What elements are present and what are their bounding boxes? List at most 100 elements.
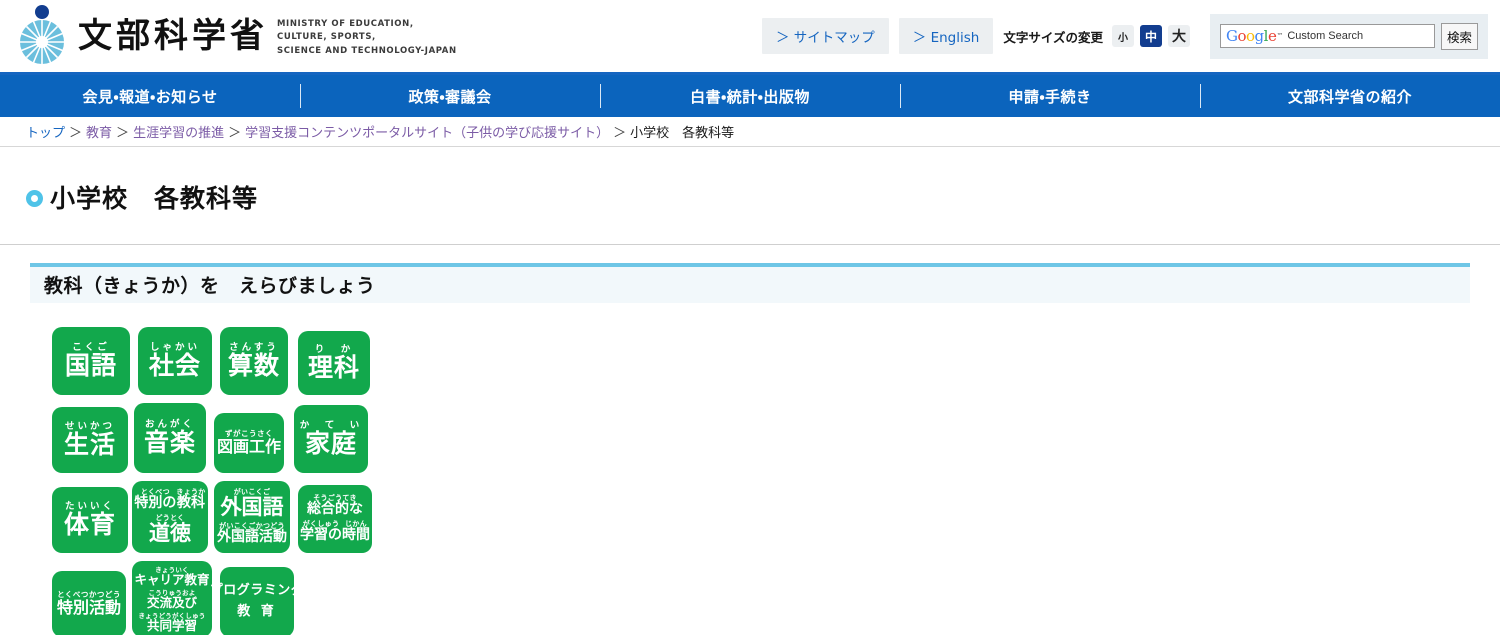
nav-item-about[interactable]: 文部科学省の紹介 xyxy=(1200,75,1500,117)
header-utility-area: ＞ サイトマップ ＞ English 文字サイズの変更 小 中 大 Google… xyxy=(762,0,1500,72)
breadcrumb-separator: ＞ xyxy=(116,126,130,141)
page-title: 小学校 各教科等 xyxy=(50,183,259,213)
subject-tile-lines: 特別活動とくべつかつどう xyxy=(57,590,121,617)
ruby-text: 総合的なそうごうてき xyxy=(307,494,363,518)
breadcrumb-item-portal[interactable]: 学習支援コンテンツポータルサイト（子供の学び応援サイト） xyxy=(245,122,609,141)
subject-tile-line: 体育たいいく xyxy=(64,501,116,538)
subject-tile-国語[interactable]: 国語こくご xyxy=(52,326,130,395)
subject-tile-line: キャリア教育きょういく xyxy=(134,565,210,587)
ruby-text: 算数さんすう xyxy=(227,342,280,380)
nav-item-statistics[interactable]: 白書・統計・出版物 xyxy=(600,75,900,117)
site-logo[interactable]: 文部科学省 MINISTRY OF EDUCATION, CULTURE, SP… xyxy=(14,4,457,68)
search-button[interactable]: 検索 xyxy=(1440,22,1478,50)
ministry-name-en: MINISTRY OF EDUCATION, CULTURE, SPORTS, … xyxy=(277,14,457,58)
subject-tile-体育[interactable]: 体育たいいく xyxy=(52,486,128,553)
ruby-text: 特別活動とくべつかつどう xyxy=(56,590,121,618)
custom-search-label: Custom Search xyxy=(1287,30,1364,42)
ruby-text: 図画工作ずがこうさく xyxy=(216,429,281,457)
subject-tile-line: 総合的なそうごうてき xyxy=(307,494,363,517)
subject-tile-lines: プログラミング教 育 xyxy=(210,584,305,618)
mext-emblem-icon xyxy=(14,4,70,68)
subject-tile-lines: 外国語がいこくご外国語活動がいこくごかつどう xyxy=(217,488,287,545)
subject-tile-外国語・外国語活動[interactable]: 外国語がいこくご外国語活動がいこくごかつどう xyxy=(214,480,290,553)
subject-tile-特別の教科 道徳[interactable]: 特別のとくべつ教科きょうか 道徳どうとく xyxy=(132,480,208,553)
subject-tile-社会[interactable]: 社会しゃかい xyxy=(138,326,212,395)
subject-tile-生活[interactable]: 生活せいかつ xyxy=(52,406,128,473)
subject-tile-line: 特別活動とくべつかつどう xyxy=(57,590,121,617)
subject-row: 生活せいかつ 音楽おんがく 図画工作ずがこうさく 家庭か て い xyxy=(52,402,1500,473)
ruby-text: 特別のとくべつ教科きょうか xyxy=(134,488,206,512)
subject-tile-lines: 体育たいいく xyxy=(64,501,116,538)
nav-item-procedures[interactable]: 申請・手続き xyxy=(900,75,1200,117)
ruby-text: 生活せいかつ xyxy=(63,421,116,459)
section-heading-label: 教科（きょうか）を えらびましょう xyxy=(44,275,376,297)
subject-tile-line: プログラミング xyxy=(209,583,305,599)
subject-tile-lines: 図画工作ずがこうさく xyxy=(217,429,281,456)
subject-tile-プログラミング教育[interactable]: プログラミング教 育 xyxy=(210,566,304,635)
search-input[interactable]: Google ™ Custom Search xyxy=(1219,24,1435,48)
ruby-text: 国語こくご xyxy=(64,342,117,380)
breadcrumb-separator: ＞ xyxy=(228,126,242,141)
subject-tile-総合的な学習の時間[interactable]: 総合的なそうごうてき 学習のがくしゅう時間じかん xyxy=(298,484,372,553)
subject-tile-line: 家庭か て い xyxy=(300,420,363,457)
bullet-icon xyxy=(26,189,43,207)
breadcrumb-item-education[interactable]: 教育 xyxy=(86,122,112,141)
subject-tile-lines: 特別のとくべつ教科きょうか 道徳どうとく xyxy=(134,488,205,544)
nav-item-policy[interactable]: 政策・審議会 xyxy=(300,75,600,117)
font-size-label: 文字サイズの変更 xyxy=(1003,29,1103,45)
google-logo-icon: Google xyxy=(1225,26,1277,45)
ministry-name-en-line-3: SCIENCE AND TECHNOLOGY-JAPAN xyxy=(277,45,457,56)
breadcrumb: トップ ＞ 教育 ＞ 生涯学習の推進 ＞ 学習支援コンテンツポータルサイト（子供… xyxy=(0,117,1500,147)
ruby-text: 体育たいいく xyxy=(63,501,116,539)
font-size-small-button[interactable]: 小 xyxy=(1111,25,1134,47)
trademark-mark: ™ xyxy=(1276,32,1284,40)
subject-tile-lines: 音楽おんがく xyxy=(144,419,196,456)
subject-row: 体育たいいく 特別のとくべつ教科きょうか 道徳どうとく 外国語がいこくご外国語活動がい… xyxy=(52,480,1500,553)
breadcrumb-item-current: 小学校 各教科等 xyxy=(630,126,735,141)
subject-tile-音楽[interactable]: 音楽おんがく xyxy=(134,402,206,473)
font-size-medium-button[interactable]: 中 xyxy=(1139,25,1162,47)
ruby-text: キャリア教育きょういく xyxy=(134,565,210,587)
subject-tile-lines: 国語こくご xyxy=(65,342,117,379)
english-link[interactable]: ＞ English xyxy=(898,18,994,54)
subject-tile-line: 外国語活動がいこくごかつどう xyxy=(217,522,287,545)
ruby-text: 家庭か て い xyxy=(299,420,363,458)
ministry-name-en-line-2: CULTURE, SPORTS, xyxy=(277,32,376,43)
subject-tile-line: 理り科か xyxy=(308,344,360,381)
subject-tile-line: 道徳どうとく xyxy=(149,514,191,545)
subject-tile-line: 生活せいかつ xyxy=(64,421,116,458)
breadcrumb-item-lifelong-learning[interactable]: 生涯学習の推進 xyxy=(133,122,224,141)
subject-tile-line: 外国語がいこくご xyxy=(221,488,284,519)
ruby-text: 学習のがくしゅう時間じかん xyxy=(300,520,370,543)
search-area: Google ™ Custom Search 検索 xyxy=(1209,13,1488,59)
subject-tile-line: 国語こくご xyxy=(65,342,117,379)
subject-tile-line: 共同学習きょうどうがくしゅう xyxy=(138,612,205,631)
section-heading: 教科（きょうか）を えらびましょう xyxy=(30,262,1470,303)
sitemap-link[interactable]: ＞ サイトマップ xyxy=(762,18,889,54)
subject-tile-lines: キャリア教育きょういく 交流及びこうりゅうおよ 共同学習きょうどうがくしゅう xyxy=(134,565,210,631)
subject-tile-算数[interactable]: 算数さんすう xyxy=(220,326,288,395)
breadcrumb-item-top[interactable]: トップ xyxy=(26,122,65,141)
subject-tile-キャリア教育 交流及び共同学習[interactable]: キャリア教育きょういく 交流及びこうりゅうおよ 共同学習きょうどうがくしゅう xyxy=(132,560,212,635)
subject-tile-line: 図画工作ずがこうさく xyxy=(217,429,281,456)
subject-row: 国語こくご 社会しゃかい 算数さんすう 理り科か xyxy=(52,326,1500,395)
subject-tile-特別活動[interactable]: 特別活動とくべつかつどう xyxy=(52,570,126,635)
nav-item-news[interactable]: 会見・報道・お知らせ xyxy=(0,75,300,117)
ministry-name-jp: 文部科学省 xyxy=(78,16,268,56)
ruby-text: 社会しゃかい xyxy=(148,342,201,380)
subject-tile-grid: 国語こくご 社会しゃかい 算数さんすう 理り科か 生活せいかつ 音楽おんがく 図画工作ずが… xyxy=(0,303,1500,635)
ruby-text: 外国語がいこくご xyxy=(220,488,284,520)
subject-tile-line: 学習のがくしゅう時間じかん xyxy=(300,520,370,543)
breadcrumb-separator: ＞ xyxy=(613,126,627,141)
subject-tile-図画工作[interactable]: 図画工作ずがこうさく xyxy=(214,412,284,473)
subject-tile-lines: 生活せいかつ xyxy=(64,421,116,458)
subject-tile-理科[interactable]: 理り科か xyxy=(298,330,370,395)
ruby-text: 音楽おんがく xyxy=(143,419,196,457)
ruby-text: 外国語活動がいこくごかつどう xyxy=(217,522,287,546)
font-size-large-button[interactable]: 大 xyxy=(1167,25,1190,47)
subject-tile-lines: 算数さんすう xyxy=(228,342,280,379)
ministry-name-en-line-1: MINISTRY OF EDUCATION, xyxy=(277,19,414,30)
subject-tile-家庭[interactable]: 家庭か て い xyxy=(294,404,368,473)
subject-row: 特別活動とくべつかつどう キャリア教育きょういく 交流及びこうりゅうおよ 共同学習きょ… xyxy=(52,560,1500,635)
site-header: 文部科学省 MINISTRY OF EDUCATION, CULTURE, SP… xyxy=(0,0,1500,75)
